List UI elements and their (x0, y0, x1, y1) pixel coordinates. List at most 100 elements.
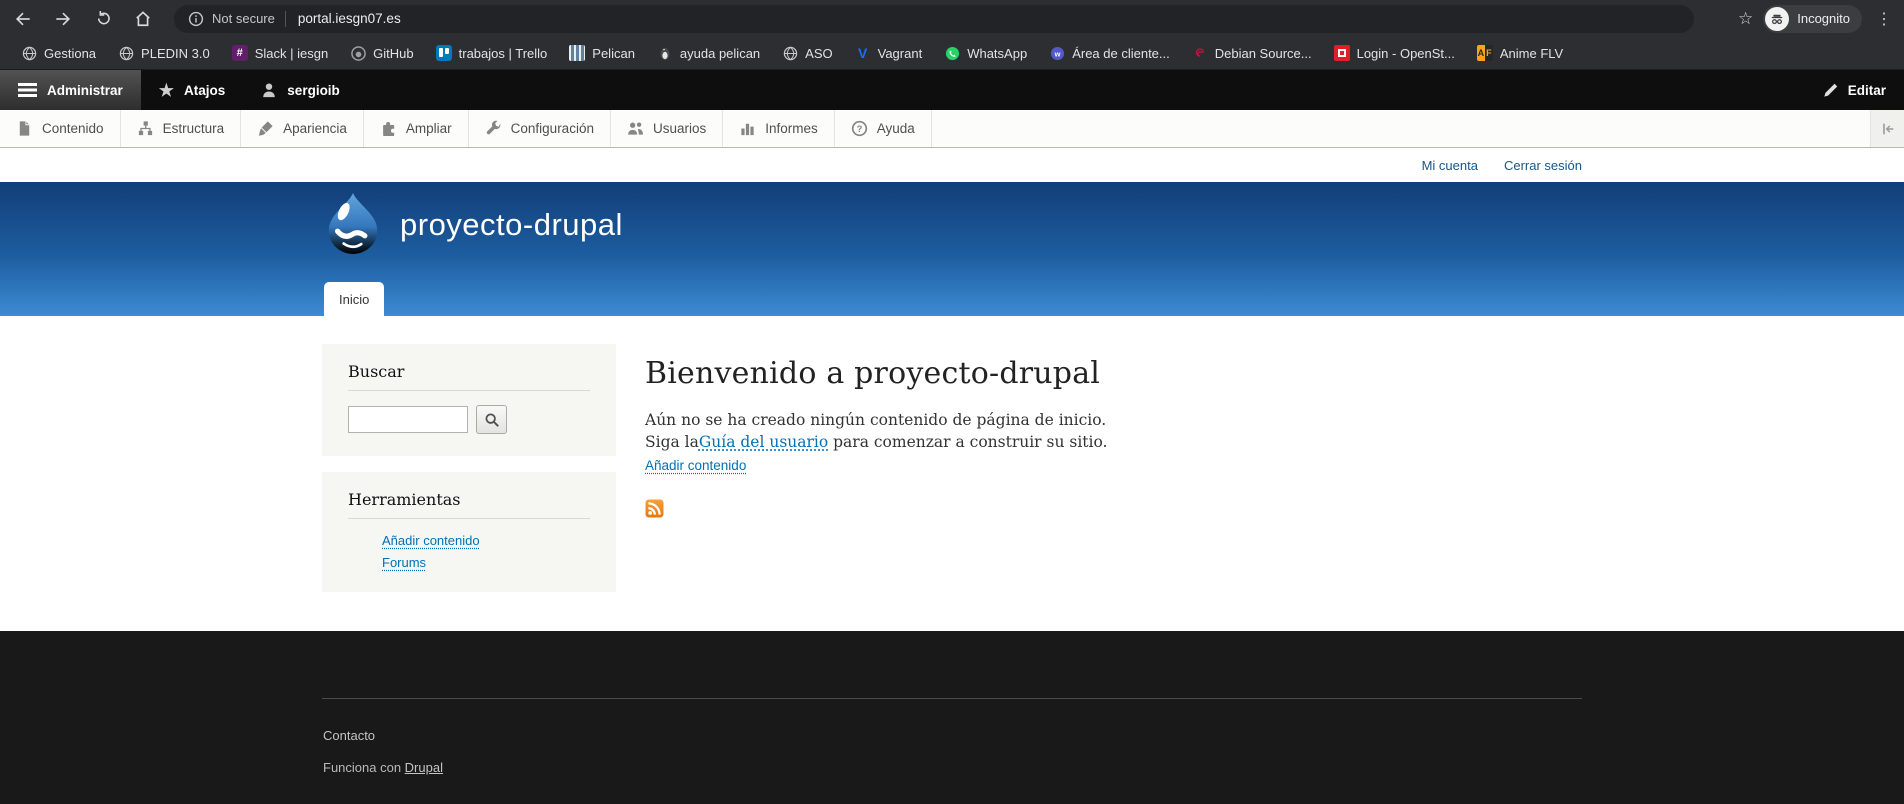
back-icon[interactable] (6, 4, 40, 34)
bookmark-openstack-login[interactable]: Login - OpenSt... (1325, 42, 1464, 64)
powered-by: Funciona con Drupal (323, 760, 443, 775)
bookmark-slack[interactable]: # Slack | iesgn (223, 42, 337, 64)
user-icon (263, 82, 276, 97)
bookmark-debian[interactable]: Debian Source... (1183, 42, 1321, 64)
add-content-link[interactable]: Añadir contenido (645, 458, 746, 473)
tab-ayuda[interactable]: ? Ayuda (835, 110, 932, 147)
tools-forums-link[interactable]: Forums (382, 555, 590, 570)
toolbar-item-administrar[interactable]: Administrar (0, 70, 141, 110)
tab-inicio[interactable]: Inicio (324, 282, 385, 316)
site-header: proyecto-drupal Inicio (0, 182, 1904, 316)
globe-icon (21, 45, 37, 61)
home-icon[interactable] (126, 4, 160, 34)
globe-icon (118, 45, 134, 61)
reload-icon[interactable] (86, 4, 120, 34)
content-icon (19, 121, 30, 136)
tools-block-title: Herramientas (348, 490, 590, 519)
guide-text-prefix: Siga la (645, 433, 699, 451)
drupal-logo (328, 193, 378, 254)
appearance-icon (258, 121, 273, 136)
bookmark-github[interactable]: GitHub (341, 42, 422, 64)
github-icon (350, 45, 366, 61)
incognito-badge[interactable]: Incognito (1763, 4, 1862, 33)
client-area-icon: w (1049, 45, 1065, 61)
forward-icon[interactable] (46, 4, 80, 34)
tab-contenido[interactable]: Contenido (0, 110, 121, 147)
search-input[interactable] (348, 406, 468, 433)
svg-text:?: ? (856, 124, 862, 135)
page-content: Bienvenido a proyecto-drupal Aún no se h… (645, 356, 1545, 518)
bookmark-gestiona[interactable]: Gestiona (12, 42, 105, 64)
bookmark-animeflv[interactable]: AF Anime FLV (1468, 42, 1572, 64)
reports-icon (741, 123, 754, 136)
address-bar[interactable]: Not secure portal.iesgn07.es (174, 4, 1694, 33)
user-guide-link[interactable]: Guía del usuario (699, 433, 828, 451)
search-button[interactable] (476, 405, 507, 434)
my-account-link[interactable]: Mi cuenta (1422, 158, 1478, 173)
search-block: Buscar (322, 344, 616, 456)
admin-menu-tray: Contenido Estructura Apariencia Ampliar (0, 110, 1904, 148)
structure-icon (138, 121, 152, 136)
bookmark-trello[interactable]: trabajos | Trello (427, 42, 557, 64)
search-icon (485, 413, 499, 427)
bookmark-ayuda-pelican[interactable]: ayuda pelican (648, 42, 769, 64)
bookmark-pledin[interactable]: PLEDIN 3.0 (109, 42, 219, 64)
security-label: Not secure (212, 11, 275, 26)
whatsapp-icon (944, 45, 960, 61)
globe-icon (782, 45, 798, 61)
site-name[interactable]: proyecto-drupal (400, 207, 623, 243)
slack-icon: # (231, 45, 248, 61)
site-footer: Contacto Funciona con Drupal (0, 631, 1904, 804)
tools-add-content-link[interactable]: Añadir contenido (382, 533, 590, 548)
bookmark-vagrant[interactable]: V Vagrant (846, 42, 932, 64)
configuration-icon (486, 120, 500, 135)
bookmarks-bar: Gestiona PLEDIN 3.0 # Slack | iesgn GitH… (0, 37, 1904, 70)
drupal-link[interactable]: Drupal (405, 760, 443, 775)
extend-icon (383, 121, 395, 137)
tab-usuarios[interactable]: Usuarios (611, 110, 724, 147)
tab-apariencia[interactable]: Apariencia (241, 110, 364, 147)
site-branding[interactable]: proyecto-drupal (322, 192, 623, 258)
main-area: Buscar Herramientas Añadir contenido For… (0, 316, 1904, 631)
info-icon[interactable] (188, 11, 204, 27)
tab-estructura[interactable]: Estructura (121, 110, 242, 147)
empty-front-text: Aún no se ha creado ningún contenido de … (645, 411, 1107, 429)
rss-feed-icon[interactable] (645, 499, 664, 518)
toolbar-item-editar[interactable]: Editar (1805, 70, 1904, 110)
toolbar-item-atajos[interactable]: ★ Atajos (141, 70, 244, 110)
tab-informes[interactable]: Informes (723, 110, 835, 147)
search-block-title: Buscar (348, 362, 590, 391)
browser-toolbar: Not secure portal.iesgn07.es ☆ Incognito (0, 0, 1904, 37)
toolbar-item-user[interactable]: sergioib (243, 70, 358, 110)
bookmark-pelican[interactable]: Pelican (560, 42, 644, 64)
bookmark-area-cliente[interactable]: w Área de cliente... (1040, 42, 1179, 64)
debian-icon (1192, 45, 1208, 61)
tab-ampliar[interactable]: Ampliar (364, 110, 469, 147)
help-icon: ? (851, 120, 867, 137)
pencil-icon (1824, 83, 1837, 97)
bookmark-star-icon[interactable]: ☆ (1738, 9, 1753, 29)
penguin-icon (657, 45, 673, 61)
animeflv-icon: AF (1476, 45, 1493, 61)
star-icon: ★ (158, 80, 175, 100)
menu-icon (18, 83, 37, 97)
bookmark-aso[interactable]: ASO (773, 42, 841, 64)
footer-contact-link[interactable]: Contacto (323, 728, 375, 743)
secondary-menu: Mi cuenta Cerrar sesión (0, 148, 1904, 182)
logout-link[interactable]: Cerrar sesión (1504, 158, 1582, 173)
bookmark-whatsapp[interactable]: WhatsApp (935, 42, 1036, 64)
toolbar-orientation-toggle-icon[interactable] (1870, 110, 1904, 147)
pelican-icon (569, 45, 586, 61)
svg-text:w: w (1053, 49, 1060, 58)
trello-icon (435, 45, 452, 61)
incognito-label: Incognito (1797, 11, 1850, 26)
tools-block: Herramientas Añadir contenido Forums (322, 472, 616, 592)
footer-divider (322, 698, 1582, 699)
browser-menu-icon[interactable]: ⋮ (1872, 9, 1896, 29)
drupal-admin-toolbar: Administrar ★ Atajos sergioib Editar (0, 70, 1904, 110)
openstack-icon (1333, 45, 1350, 61)
page-url: portal.iesgn07.es (297, 11, 401, 26)
vagrant-icon: V (857, 45, 868, 61)
tab-configuracion[interactable]: Configuración (469, 110, 611, 147)
page-title: Bienvenido a proyecto-drupal (645, 356, 1101, 391)
